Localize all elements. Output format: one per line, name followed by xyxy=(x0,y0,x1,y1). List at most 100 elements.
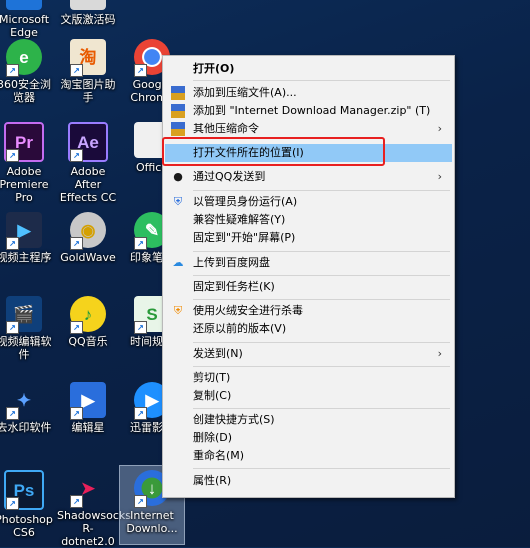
menu-item-run-admin[interactable]: ⛨ 以管理员身份运行(A) xyxy=(165,193,452,211)
shortcut-arrow-icon: ↗ xyxy=(134,495,147,508)
desktop-icon-label: 360安全浏览器 xyxy=(0,78,51,104)
chevron-right-icon: › xyxy=(437,347,442,360)
desktop-icon-photoshop[interactable]: Ps ↗ Photoshop CS6 xyxy=(0,466,56,546)
desktop-icon-label: Adobe After Effects CC xyxy=(59,165,117,204)
winrar-icon xyxy=(171,104,185,118)
menu-item-delete[interactable]: 删除(D) xyxy=(165,429,452,447)
menu-item-label: 删除(D) xyxy=(193,431,233,444)
menu-separator xyxy=(193,251,450,252)
cloud-icon: ☁ xyxy=(172,256,184,269)
menu-item-compat[interactable]: 兼容性疑难解答(Y) xyxy=(165,211,452,229)
menu-item-send-qq[interactable]: ● 通过QQ发送到 › xyxy=(165,168,452,186)
paper-plane-icon: ➤ ↗ xyxy=(70,470,106,508)
shortcut-arrow-icon: ↗ xyxy=(6,321,19,334)
menu-item-label: 复制(C) xyxy=(193,389,232,402)
menu-item-label: 属性(R) xyxy=(193,474,232,487)
menu-item-properties[interactable]: 属性(R) xyxy=(165,472,452,490)
menu-separator xyxy=(193,80,450,81)
menu-item-add-zip[interactable]: 添加到 "Internet Download Manager.zip" (T) xyxy=(165,102,452,120)
menu-item-pin-taskbar[interactable]: 固定到任务栏(K) xyxy=(165,278,452,296)
desktop-icon-label: Photoshop CS6 xyxy=(0,513,53,539)
annotation-highlight-box xyxy=(162,137,385,166)
menu-item-label: 通过QQ发送到 xyxy=(193,170,266,183)
menu-separator xyxy=(193,190,450,191)
shortcut-arrow-icon: ↗ xyxy=(70,407,83,420)
uac-shield-icon: ⛨ xyxy=(173,195,183,208)
video-camera-icon: ▶ ↗ xyxy=(70,382,106,420)
menu-item-label: 创建快捷方式(S) xyxy=(193,413,275,426)
shortcut-arrow-icon: ↗ xyxy=(6,64,19,77)
menu-item-open[interactable]: 打开(O) xyxy=(165,60,452,78)
menu-item-cut[interactable]: 剪切(T) xyxy=(165,369,452,387)
chevron-right-icon: › xyxy=(437,122,442,135)
menu-item-create-shortcut[interactable]: 创建快捷方式(S) xyxy=(165,411,452,429)
music-note-icon: ♪ ↗ xyxy=(70,296,106,334)
desktop-icon-label: GoldWave xyxy=(60,251,116,264)
menu-item-label: 添加到压缩文件(A)... xyxy=(193,86,297,99)
menu-item-label: 打开(O) xyxy=(193,62,235,75)
menu-item-send-to[interactable]: 发送到(N) › xyxy=(165,345,452,363)
menu-item-pin-start[interactable]: 固定到"开始"屏幕(P) xyxy=(165,229,452,247)
menu-item-label: 使用火绒安全进行杀毒 xyxy=(193,304,303,317)
menu-separator xyxy=(193,468,450,469)
desktop-icon-shadowsocks[interactable]: ➤ ↗ Shadowsocks R-dotnet2.0 xyxy=(56,466,132,548)
desktop-icon-360[interactable]: e ↗ 360安全浏览器 xyxy=(0,35,56,115)
desktop-icon-aftereffects[interactable]: Ae ↗ Adobe After Effects CC xyxy=(56,118,120,204)
menu-item-copy[interactable]: 复制(C) xyxy=(165,387,452,405)
desktop-icon-label: 文版激活码 xyxy=(60,13,116,26)
winrar-icon xyxy=(171,122,185,136)
desktop-icon-label: 去水印软件 xyxy=(0,421,52,434)
desktop-icon-editstar[interactable]: ▶ ↗ 编辑星 xyxy=(56,378,120,458)
desktop-icon-premiere[interactable]: Pr ↗ Adobe Premiere Pro xyxy=(0,118,56,204)
film-icon: ▶ ↗ xyxy=(6,212,42,250)
menu-separator xyxy=(193,342,450,343)
menu-item-label: 固定到"开始"屏幕(P) xyxy=(193,231,296,244)
taobao-icon: 淘 ↗ xyxy=(70,39,106,77)
desktop-icon-taobao[interactable]: 淘 ↗ 淘宝图片助手 xyxy=(56,35,120,115)
menu-item-baidu[interactable]: ☁ 上传到百度网盘 xyxy=(165,254,452,272)
desktop-icon-watermark[interactable]: ✦ ↗ 去水印软件 xyxy=(0,378,56,458)
shortcut-arrow-icon: ↗ xyxy=(70,64,83,77)
desktop-icon-label: Internet Downlo... xyxy=(126,509,178,535)
menu-item-label: 还原以前的版本(V) xyxy=(193,322,287,335)
chevron-right-icon: › xyxy=(437,170,442,183)
desktop-icon-label: 视频编辑软件 xyxy=(0,335,52,361)
photoshop-icon: Ps ↗ xyxy=(4,470,44,510)
menu-item-other-compress[interactable]: 其他压缩命令 › xyxy=(165,120,452,138)
shortcut-arrow-icon: ↗ xyxy=(70,321,83,334)
qq-penguin-icon: ● xyxy=(173,170,183,183)
desktop-icon-label: 视频主程序 xyxy=(0,251,52,264)
magic-wand-icon: ✦ ↗ xyxy=(6,382,42,420)
desktop-icon-videomaster[interactable]: ▶ ↗ 视频主程序 xyxy=(0,208,56,288)
menu-item-label: 固定到任务栏(K) xyxy=(193,280,275,293)
desktop-icon-label: Adobe Premiere Pro xyxy=(0,165,49,204)
huorong-shield-icon: ⛨ xyxy=(173,304,183,317)
menu-item-rename[interactable]: 重命名(M) xyxy=(165,447,452,465)
menu-item-label: 兼容性疑难解答(Y) xyxy=(193,213,286,226)
shortcut-arrow-icon: ↗ xyxy=(134,407,147,420)
menu-item-add-archive[interactable]: 添加到压缩文件(A)... xyxy=(165,84,452,102)
browser-360-icon: e ↗ xyxy=(6,39,42,77)
menu-separator xyxy=(193,299,450,300)
menu-item-label: 发送到(N) xyxy=(193,347,243,360)
after-effects-icon: Ae ↗ xyxy=(68,122,108,162)
desktop-icon-goldwave[interactable]: ◉ ↗ GoldWave xyxy=(56,208,120,288)
menu-item-label: 添加到 "Internet Download Manager.zip" (T) xyxy=(193,104,431,117)
menu-item-label: 其他压缩命令 xyxy=(193,122,259,135)
desktop-icon-videoedit[interactable]: 🎬 ↗ 视频编辑软件 xyxy=(0,292,56,372)
menu-item-restore[interactable]: 还原以前的版本(V) xyxy=(165,320,452,338)
desktop-icon-label: Shadowsocks R-dotnet2.0 xyxy=(57,509,132,548)
cd-icon: ◉ ↗ xyxy=(70,212,106,250)
menu-separator xyxy=(193,275,450,276)
edge-icon: e xyxy=(6,0,42,10)
desktop-icon-qqmusic[interactable]: ♪ ↗ QQ音乐 xyxy=(56,292,120,372)
shortcut-arrow-icon: ↗ xyxy=(134,237,147,250)
shortcut-arrow-icon: ↗ xyxy=(70,237,83,250)
shortcut-arrow-icon: ↗ xyxy=(70,495,83,508)
shortcut-arrow-icon: ↗ xyxy=(6,149,19,162)
menu-separator xyxy=(193,408,450,409)
shortcut-arrow-icon: ↗ xyxy=(6,407,19,420)
winrar-icon xyxy=(171,86,185,100)
menu-item-huorong[interactable]: ⛨ 使用火绒安全进行杀毒 xyxy=(165,302,452,320)
menu-item-label: 以管理员身份运行(A) xyxy=(193,195,298,208)
